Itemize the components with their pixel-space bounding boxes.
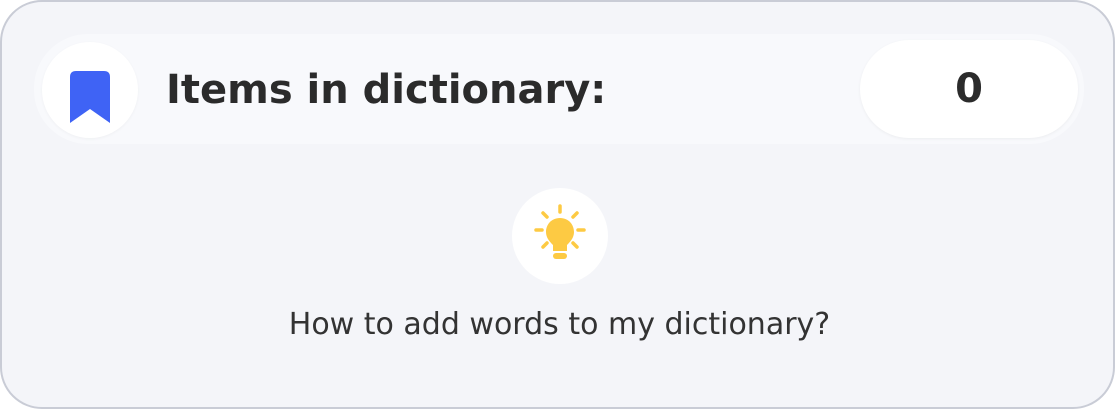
items-count-value: 0 xyxy=(955,66,983,112)
bookmark-icon xyxy=(70,71,110,123)
dictionary-header: Items in dictionary: 0 xyxy=(34,34,1084,144)
items-count-badge: 0 xyxy=(860,40,1078,138)
bookmark-icon-badge xyxy=(42,42,138,138)
lightbulb-icon-badge xyxy=(512,188,608,284)
how-to-add-words-link[interactable]: How to add words to my dictionary? xyxy=(2,304,1113,346)
dictionary-card: Items in dictionary: 0 How to add words … xyxy=(0,0,1115,409)
lightbulb-icon xyxy=(534,204,586,259)
items-count-label: Items in dictionary: xyxy=(166,67,607,113)
